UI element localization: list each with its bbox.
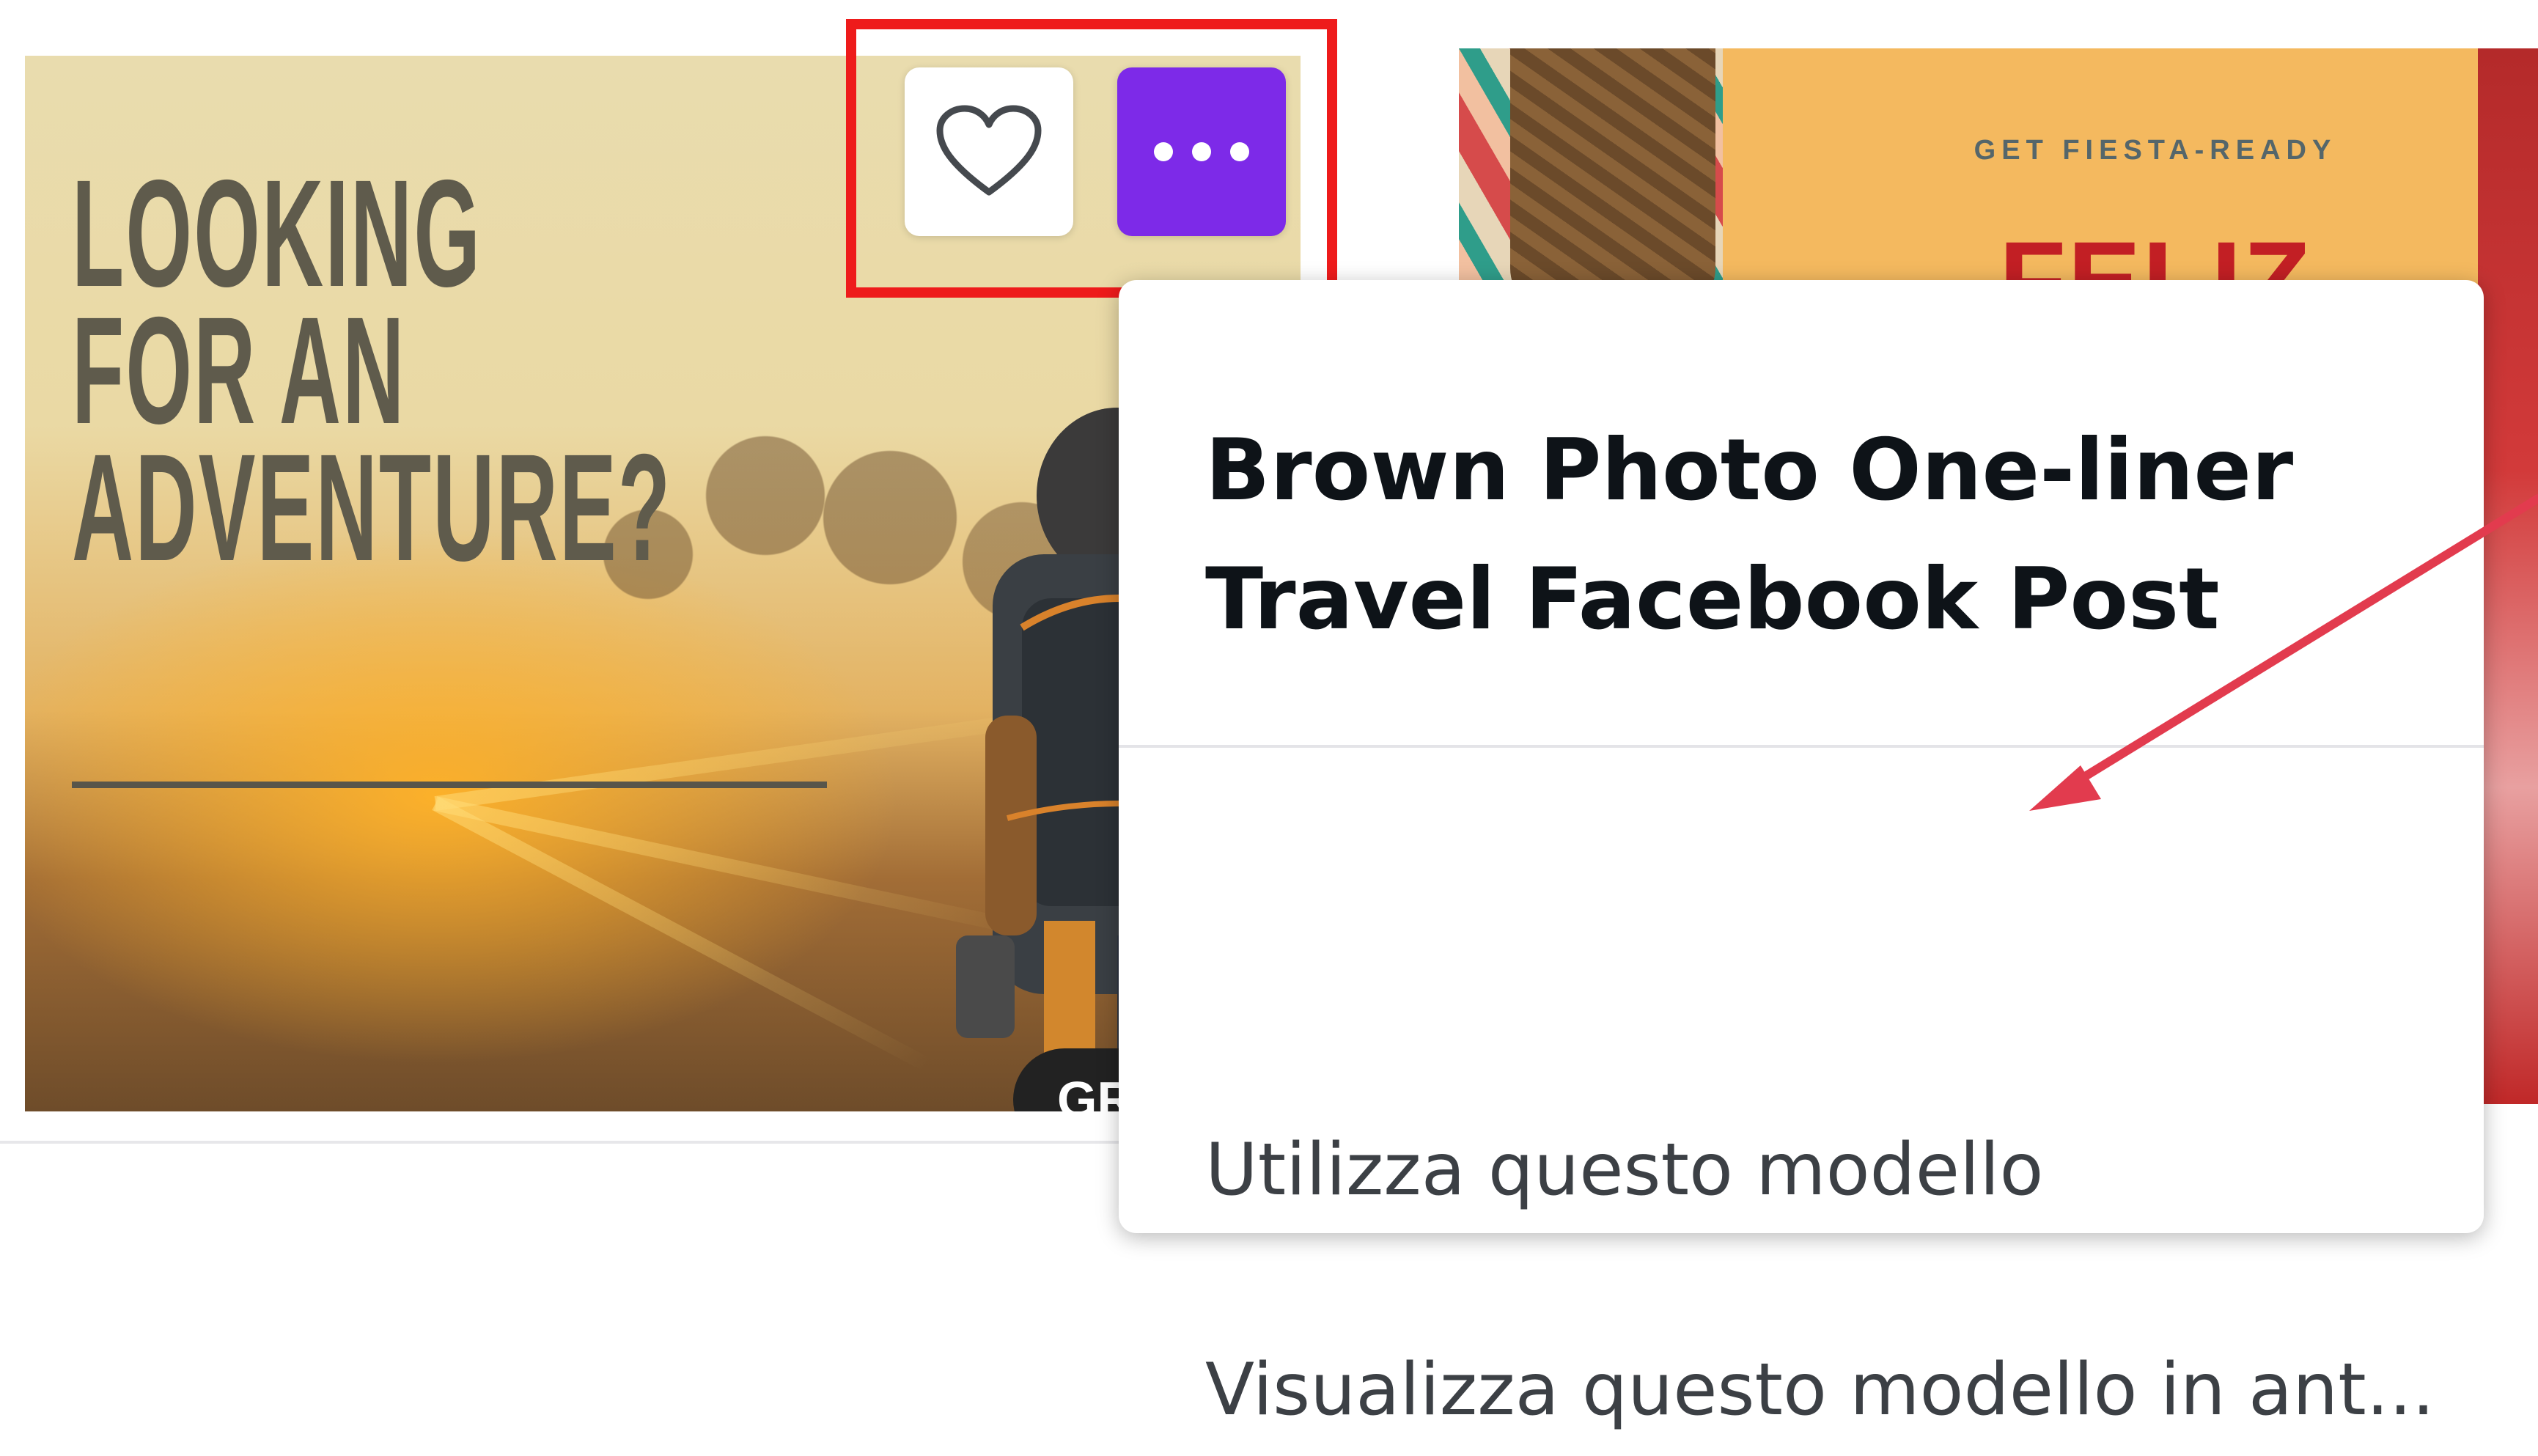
template-headline: LOOKING FOR AN ADVENTURE?	[72, 149, 672, 594]
fiesta-edge-illustration	[2478, 48, 2538, 1104]
popup-title-line: Brown Photo One-liner	[1205, 421, 2294, 520]
menu-item-preview-template[interactable]: Visualizza questo modello in ant...	[1205, 1324, 2437, 1456]
popup-title-line: Travel Facebook Post	[1205, 550, 2220, 649]
row-divider	[0, 1141, 1129, 1144]
template-context-menu: Brown Photo One-liner Travel Facebook Po…	[1119, 280, 2484, 1432]
headline-line: LOOKING	[72, 149, 482, 319]
highlight-annotation-box	[846, 19, 1337, 298]
fiesta-basket-illustration	[1510, 48, 1715, 312]
sun-ray	[432, 797, 931, 1072]
headline-underline	[72, 782, 827, 788]
headline-line: ADVENTURE?	[72, 423, 672, 594]
popup-divider	[1119, 745, 2484, 748]
headline-line: FOR AN	[72, 286, 406, 457]
fiesta-kicker-text: GET FIESTA-READY	[1974, 135, 2337, 166]
menu-item-use-template[interactable]: Utilizza questo modello	[1205, 1104, 2437, 1236]
popup-title: Brown Photo One-liner Travel Facebook Po…	[1205, 406, 2378, 664]
